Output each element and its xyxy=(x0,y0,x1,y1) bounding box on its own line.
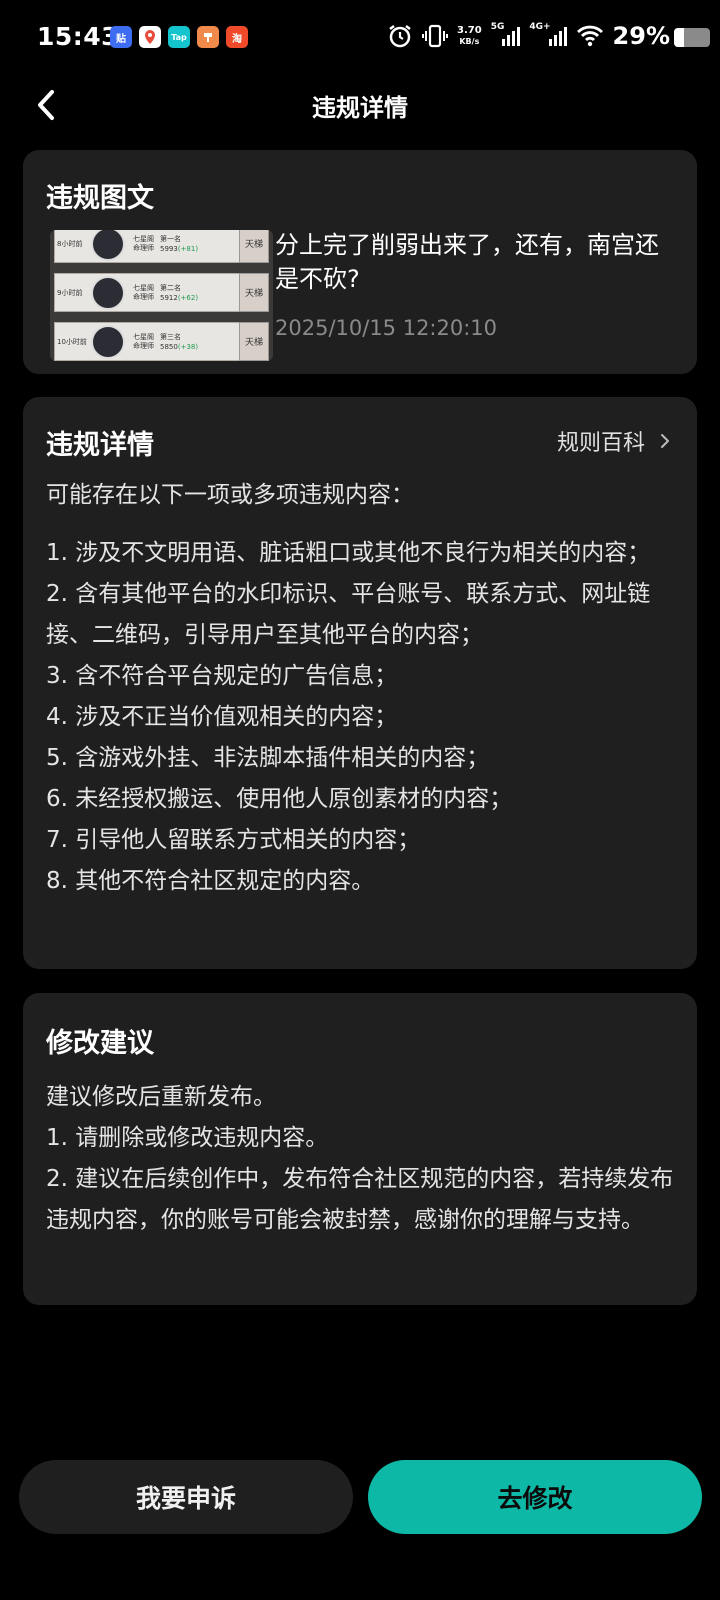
list-item: 建议修改后重新发布。 xyxy=(46,1084,276,1110)
thumbnail-tag: 天梯 xyxy=(239,273,269,312)
post-card-title: 违规图文 xyxy=(46,183,154,214)
list-item: 2. 含有其他平台的水印标识、平台账号、联系方式、网址链接、二维码，引导用户至其… xyxy=(46,581,651,648)
status-indicators: 3.70 KB/s 5G 4G+ 29% xyxy=(387,22,670,50)
suggestion-list: 建议修改后重新发布。 1. 请删除或修改违规内容。 2. 建议在后续创作中，发布… xyxy=(46,1077,675,1241)
violation-details-card: 违规详情 规则百科 可能存在以下一项或多项违规内容： 1. 涉及不文明用语、脏话… xyxy=(23,397,697,969)
thumbnail-row: 9小时前 七星阁 命理师 第二名 5912(+62) xyxy=(54,273,251,312)
signal-5g: 5G xyxy=(491,22,521,46)
alarm-icon xyxy=(387,23,413,49)
chevron-right-icon xyxy=(661,434,669,448)
list-item: 6. 未经授权搬运、使用他人原创素材的内容； xyxy=(46,786,513,812)
post-timestamp: 2025/10/15 12:20:10 xyxy=(275,316,498,340)
edit-button[interactable]: 去修改 xyxy=(368,1460,702,1534)
list-item: 7. 引导他人留联系方式相关的内容； xyxy=(46,827,421,853)
post-text[interactable]: 分上完了削弱出来了，还有，南宫还是不砍? xyxy=(275,228,675,296)
status-app-icons: 贴 Tap 淘 xyxy=(110,26,248,48)
suggestion-card: 修改建议 建议修改后重新发布。 1. 请删除或修改违规内容。 2. 建议在后续创… xyxy=(23,993,697,1305)
thumbnail-row: 8小时前 七星阁 命理师 第一名 5993(+81) xyxy=(54,230,251,263)
details-card-title: 违规详情 xyxy=(46,430,154,461)
net-speed: 3.70 KB/s xyxy=(457,25,482,46)
rules-link-label: 规则百科 xyxy=(556,431,645,456)
vibrate-icon xyxy=(422,23,448,49)
signal-bars-icon xyxy=(548,26,567,46)
avatar xyxy=(91,324,125,359)
suggestion-card-title: 修改建议 xyxy=(46,1028,154,1059)
details-intro: 可能存在以下一项或多项违规内容： xyxy=(46,482,414,508)
battery-percent: 29% xyxy=(612,22,670,50)
list-item: 3. 含不符合平台规定的广告信息； xyxy=(46,663,398,689)
violating-post-card: 违规图文 8小时前 七星阁 命理师 第一名 5993(+81) 天梯 9小时前 七… xyxy=(23,150,697,374)
taobao-icon: 淘 xyxy=(226,26,248,48)
rules-encyclopedia-link[interactable]: 规则百科 xyxy=(557,425,671,457)
signal-4g: 4G+ xyxy=(529,22,567,46)
avatar xyxy=(91,230,125,261)
orange-app-icon xyxy=(197,26,219,48)
list-item: 1. 涉及不文明用语、脏话粗口或其他不良行为相关的内容； xyxy=(46,540,651,566)
tieba-icon: 贴 xyxy=(110,26,132,48)
status-bar: 15:43 贴 Tap 淘 3.70 KB/s 5G 4G+ 29% xyxy=(0,0,720,78)
thumbnail-row: 10小时前 七星阁 命理师 第三名 5850(+38) xyxy=(54,322,251,361)
wifi-icon xyxy=(576,25,604,47)
status-time: 15:43 xyxy=(37,22,120,51)
battery-icon xyxy=(674,28,710,47)
list-item: 8. 其他不符合社区规定的内容。 xyxy=(46,868,375,894)
page-title: 违规详情 xyxy=(312,94,408,122)
list-item: 1. 请删除或修改违规内容。 xyxy=(46,1125,329,1151)
post-thumbnail[interactable]: 8小时前 七星阁 命理师 第一名 5993(+81) 天梯 9小时前 七星阁 命理… xyxy=(50,230,273,361)
top-bar: 违规详情 xyxy=(0,78,720,132)
signal-bars-icon xyxy=(502,26,521,46)
violation-list: 1. 涉及不文明用语、脏话粗口或其他不良行为相关的内容； 2. 含有其他平台的水… xyxy=(46,533,675,902)
list-item: 5. 含游戏外挂、非法脚本插件相关的内容； xyxy=(46,745,490,771)
appeal-button[interactable]: 我要申诉 xyxy=(19,1460,353,1534)
avatar xyxy=(91,275,125,310)
thumbnail-tag: 天梯 xyxy=(239,230,269,263)
list-item: 4. 涉及不正当价值观相关的内容； xyxy=(46,704,398,730)
list-item: 2. 建议在后续创作中，发布符合社区规范的内容，若持续发布违规内容，你的账号可能… xyxy=(46,1166,674,1233)
taptap-icon: Tap xyxy=(168,26,190,48)
thumbnail-tag: 天梯 xyxy=(239,322,269,361)
map-pin-icon xyxy=(139,26,161,48)
